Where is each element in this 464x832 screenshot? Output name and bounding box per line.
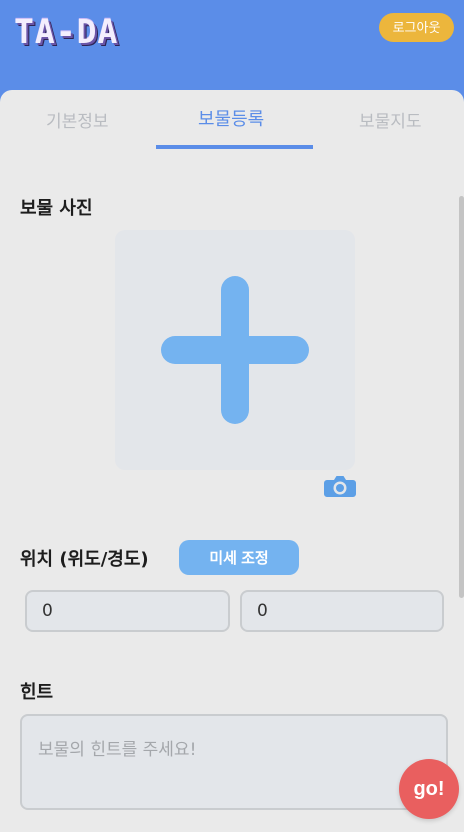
tab-treasure-register[interactable]: 보물등록 [198,105,264,131]
photo-label: 보물 사진 [20,198,93,219]
tab-treasure-map[interactable]: 보물지도 [359,107,422,132]
logout-button[interactable]: 로그아웃 [379,13,454,42]
go-button[interactable]: go! [399,759,459,819]
plus-icon [161,276,309,424]
hint-label: 힌트 [20,682,54,703]
active-tab-indicator [156,145,313,149]
scrollbar[interactable] [459,196,464,598]
app-logo: TA-DA [14,12,119,51]
location-label: 위치 (위도/경도) [20,549,149,570]
tab-bar: 기본정보 보물등록 보물지도 [0,90,464,150]
latitude-input[interactable]: 0 [25,590,230,632]
fine-tune-button[interactable]: 미세 조정 [179,540,299,575]
longitude-input[interactable]: 0 [240,590,444,632]
tab-basic-info[interactable]: 기본정보 [46,107,109,132]
photo-upload-area[interactable] [115,230,355,470]
hint-textarea[interactable]: 보물의 힌트를 주세요! [20,714,448,810]
camera-icon[interactable] [324,474,356,498]
